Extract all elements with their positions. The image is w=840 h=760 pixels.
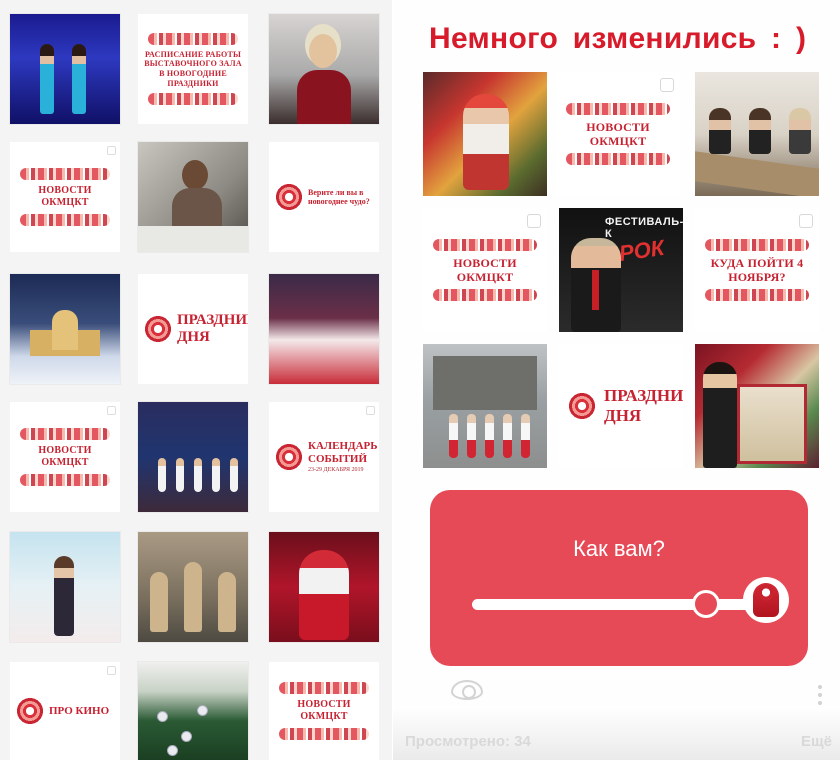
story-post-quilt[interactable]	[695, 344, 819, 468]
story-post-news-2[interactable]: НОВОСТИ ОКМЦКТ	[423, 208, 547, 332]
feed-post-choir[interactable]	[269, 274, 379, 384]
news-text: НОВОСТИ ОКМЦКТ	[38, 185, 92, 208]
feed-post-stage[interactable]	[138, 402, 248, 512]
select-checkbox[interactable]	[660, 78, 674, 92]
story-post-festival[interactable]: ФЕСТИВАЛЬ-К РОК	[559, 208, 683, 332]
story-post-meeting[interactable]	[695, 72, 819, 196]
poll-slider-sticker[interactable]: Как вам?	[430, 490, 808, 666]
story-post-street[interactable]	[423, 344, 547, 468]
feed-post-santa[interactable]	[269, 532, 379, 642]
eye-icon[interactable]	[451, 680, 483, 700]
schedule-text: РАСПИСАНИЕ РАБОТЫ ВЫСТАВОЧНОГО ЗАЛА В НО…	[144, 49, 242, 88]
more-button[interactable]: Ещё	[801, 733, 832, 750]
news-text: НОВОСТИ ОКМЦКТ	[38, 445, 92, 468]
story-post-holiday[interactable]: ПРАЗДНИК ДНЯ	[559, 344, 683, 468]
select-checkbox[interactable]	[527, 214, 541, 228]
feed-post-holiday[interactable]: ПРАЗДНИК ДНЯ	[138, 274, 248, 384]
feed-post-kid[interactable]	[10, 532, 120, 642]
flower-ornament-icon	[275, 183, 303, 211]
holiday-text: ПРАЗДНИК ДНЯ	[604, 386, 683, 425]
select-checkbox[interactable]	[366, 406, 375, 415]
flower-ornament-icon	[16, 697, 44, 725]
holiday-text: ПРАЗДНИК ДНЯ	[177, 311, 248, 345]
flower-ornament-icon	[565, 389, 599, 423]
calendar-dates: 23-29 ДЕКАБРЯ 2019	[308, 467, 364, 474]
feed-post-winter[interactable]	[10, 274, 120, 384]
festival-rock-text: РОК	[617, 234, 666, 267]
miracle-text: Верите ли вы в новогоднее чудо?	[308, 187, 370, 206]
story-post-costume[interactable]	[423, 72, 547, 196]
festival-banner-text: ФЕСТИВАЛЬ-К	[605, 216, 683, 240]
poll-question: Как вам?	[573, 536, 665, 561]
news-text: НОВОСТИ ОКМЦКТ	[297, 699, 351, 722]
flower-ornament-icon	[144, 315, 172, 343]
feed-post-calendar[interactable]: КАЛЕНДАРЬ СОБЫТИЙ 23-29 ДЕКАБРЯ 2019	[269, 402, 379, 512]
more-dots-icon[interactable]	[818, 683, 822, 705]
calendar-title: КАЛЕНДАРЬ СОБЫТИЙ	[308, 439, 378, 465]
feed-post-miracle[interactable]: Верите ли вы в новогоднее чудо?	[269, 142, 379, 252]
matryoshka-emoji-icon	[743, 577, 789, 623]
feed-post-schedule[interactable]: РАСПИСАНИЕ РАБОТЫ ВЫСТАВОЧНОГО ЗАЛА В НО…	[138, 14, 248, 124]
feed-post-news-1[interactable]: НОВОСТИ ОКМЦКТ	[10, 142, 120, 252]
select-checkbox[interactable]	[107, 146, 116, 155]
select-checkbox[interactable]	[107, 666, 116, 675]
news-text: НОВОСТИ ОКМЦКТ	[586, 119, 650, 148]
movies-text: ПРО КИНО	[49, 704, 110, 717]
flower-ornament-icon	[275, 443, 303, 471]
feed-post-movies[interactable]: ПРО КИНО	[10, 662, 120, 760]
story-title: Немного изменились : )	[429, 22, 807, 55]
feed-post-dolls[interactable]	[138, 532, 248, 642]
feed-post-tree[interactable]	[138, 662, 248, 760]
feed-post-news-2[interactable]: НОВОСТИ ОКМЦКТ	[10, 402, 120, 512]
story-post-where[interactable]: КУДА ПОЙТИ 4 НОЯБРЯ?	[695, 208, 819, 332]
feed-post-office[interactable]	[138, 142, 248, 252]
select-checkbox[interactable]	[799, 214, 813, 228]
story-post-news-1[interactable]: НОВОСТИ ОКМЦКТ	[556, 72, 680, 196]
where-text: КУДА ПОЙТИ 4 НОЯБРЯ?	[710, 255, 804, 284]
feed-grid[interactable]: РАСПИСАНИЕ РАБОТЫ ВЫСТАВОЧНОГО ЗАЛА В НО…	[0, 0, 392, 760]
feed-post-dance[interactable]	[10, 14, 120, 124]
select-checkbox[interactable]	[107, 406, 116, 415]
viewed-count[interactable]: Просмотрено: 34	[405, 733, 531, 750]
news-text: НОВОСТИ ОКМЦКТ	[453, 255, 517, 284]
slider-knob[interactable]	[692, 590, 720, 618]
feed-post-woman[interactable]	[269, 14, 379, 124]
story-view: Немного изменились : ) НОВОСТИ ОКМЦКТ НО…	[393, 0, 840, 760]
feed-post-news-3[interactable]: НОВОСТИ ОКМЦКТ	[269, 662, 379, 760]
calendar-text: КАЛЕНДАРЬ СОБЫТИЙ 23-29 ДЕКАБРЯ 2019	[308, 440, 378, 474]
screen: РАСПИСАНИЕ РАБОТЫ ВЫСТАВОЧНОГО ЗАЛА В НО…	[0, 0, 840, 760]
